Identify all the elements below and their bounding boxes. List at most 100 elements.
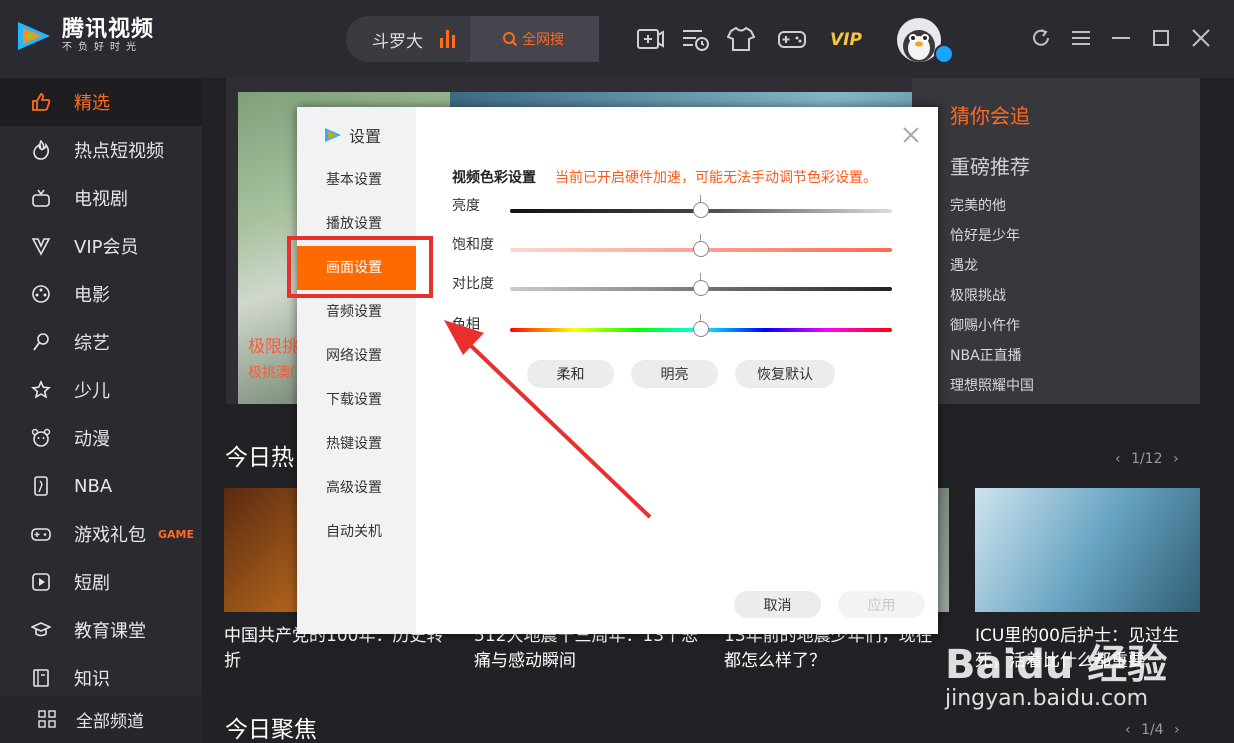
app-window: 腾讯视频 不负好时光 全网搜 VIP [0, 0, 1234, 743]
preset-bright-button[interactable]: 明亮 [631, 360, 718, 388]
global-search-label: 全网搜 [522, 32, 564, 48]
chevron-left-icon[interactable]: ‹ [1115, 451, 1121, 467]
list-item[interactable]: 完美的他 [950, 196, 1034, 226]
video-thumbnail[interactable] [975, 488, 1200, 612]
sidebar-item-nba[interactable]: NBA [0, 462, 202, 510]
refresh-icon[interactable] [1030, 27, 1052, 49]
list-item[interactable]: 遇龙 [950, 256, 1034, 286]
sidebar-item-anime[interactable]: 动漫 [0, 414, 202, 462]
chevron-left-icon[interactable]: ‹ [1125, 722, 1131, 738]
play-box-icon [30, 571, 52, 593]
hue-label: 色相 [452, 317, 480, 333]
skin-icon[interactable] [726, 26, 756, 52]
chevron-right-icon[interactable]: › [1174, 722, 1180, 738]
settings-nav-hotkeys[interactable]: 热键设置 [297, 422, 416, 466]
list-item[interactable]: 御赐小仵作 [950, 316, 1034, 346]
star-kid-icon [30, 379, 52, 401]
apply-button[interactable]: 应用 [838, 591, 925, 618]
sidebar-item-short-drama[interactable]: 短剧 [0, 558, 202, 606]
sidebar-item-label: 少儿 [74, 381, 110, 402]
app-logo[interactable]: 腾讯视频 不负好时光 [14, 18, 154, 54]
global-search-button[interactable]: 全网搜 [470, 16, 599, 62]
sidebar-item-label: 电视剧 [74, 189, 128, 210]
vip-crown-icon [30, 235, 52, 257]
sidebar-item-label: 教育课堂 [74, 621, 146, 642]
recommend-panel: 猜你会追 重磅推荐 完美的他 恰好是少年 遇龙 极限挑战 御赐小仵作 NBA正直… [912, 78, 1200, 404]
sidebar-item-hot-shorts[interactable]: 热点短视频 [0, 126, 202, 174]
graduation-cap-icon [30, 619, 52, 641]
settings-nav: 设置 基本设置 播放设置 画面设置 音频设置 网络设置 下载设置 热键设置 高级… [297, 107, 416, 634]
minimize-icon[interactable] [1110, 27, 1132, 49]
list-item[interactable]: NBA正直播 [950, 346, 1034, 376]
chevron-right-icon[interactable]: › [1173, 451, 1179, 467]
color-settings-title: 视频色彩设置 [452, 170, 536, 186]
sidebar-item-tv[interactable]: 电视剧 [0, 174, 202, 222]
settings-header: 设置 [323, 123, 381, 147]
dialog-close-icon[interactable] [901, 125, 921, 145]
history-icon[interactable] [682, 26, 710, 52]
vip-icon[interactable]: VIP [830, 30, 862, 50]
search-icon [503, 32, 518, 47]
sidebar-item-education[interactable]: 教育课堂 [0, 606, 202, 654]
sidebar: 精选 热点短视频 电视剧 VIP会员 电影 综艺 少儿 动漫 NBA 游戏礼包 … [0, 78, 202, 743]
tencent-video-logo-icon [14, 18, 54, 54]
preset-reset-button[interactable]: 恢复默认 [735, 360, 835, 388]
saturation-slider-handle[interactable] [693, 241, 709, 257]
sidebar-item-label: 游戏礼包 [74, 525, 146, 546]
game-icon[interactable] [778, 26, 806, 52]
brightness-slider-row: 亮度 [452, 195, 892, 225]
settings-title: 设置 [349, 127, 382, 146]
hot-search-bars-icon[interactable] [440, 30, 455, 48]
brightness-slider-handle[interactable] [693, 202, 709, 218]
sidebar-item-label: 知识 [74, 669, 110, 690]
sidebar-item-label: 热点短视频 [74, 141, 164, 162]
recommend-panel-title-2[interactable]: 重磅推荐 [950, 151, 1030, 180]
maximize-icon[interactable] [1150, 27, 1172, 49]
thumb-up-icon [30, 91, 52, 113]
sidebar-item-game-gifts[interactable]: 游戏礼包 GAME [0, 510, 202, 558]
sidebar-item-label: 综艺 [74, 333, 110, 354]
settings-nav-advanced[interactable]: 高级设置 [297, 466, 416, 510]
watermark-line1: Baidu 经验 [945, 642, 1168, 688]
list-item[interactable]: 理想照耀中国 [950, 376, 1034, 406]
settings-nav-download[interactable]: 下载设置 [297, 378, 416, 422]
hot-today-page: 1/12 [1131, 451, 1163, 467]
focus-today-title: 今日聚焦 [225, 717, 317, 743]
hue-slider-row: 色相 [452, 314, 892, 344]
recommend-list: 完美的他 恰好是少年 遇龙 极限挑战 御赐小仵作 NBA正直播 理想照耀中国 [950, 196, 1034, 406]
sidebar-item-vip[interactable]: VIP会员 [0, 222, 202, 270]
tv-icon [30, 187, 52, 209]
hue-slider-handle[interactable] [693, 321, 709, 337]
sidebar-item-label: 动漫 [74, 429, 110, 450]
preset-soft-button[interactable]: 柔和 [527, 360, 614, 388]
qq-badge-icon [934, 44, 954, 64]
upload-icon[interactable] [636, 26, 664, 52]
banner-caption-sub: 极挑澳门 [248, 365, 304, 381]
list-item[interactable]: 恰好是少年 [950, 226, 1034, 256]
sidebar-item-featured[interactable]: 精选 [0, 78, 202, 126]
contrast-label: 对比度 [452, 276, 494, 292]
app-title: 腾讯视频 [62, 17, 155, 42]
contrast-slider-handle[interactable] [693, 280, 709, 296]
sidebar-item-kids[interactable]: 少儿 [0, 366, 202, 414]
top-bar: 腾讯视频 不负好时光 全网搜 VIP [0, 0, 1234, 78]
settings-nav-network[interactable]: 网络设置 [297, 334, 416, 378]
book-icon [30, 667, 52, 689]
all-channels-button[interactable]: 全部频道 [0, 695, 202, 743]
hot-today-pager: ‹ 1/12 › [1115, 451, 1179, 467]
sidebar-item-variety[interactable]: 综艺 [0, 318, 202, 366]
watermark-line2: jingyan.baidu.com [945, 686, 1149, 711]
recommend-panel-title[interactable]: 猜你会追 [950, 100, 1030, 129]
close-icon[interactable] [1190, 27, 1212, 49]
settings-nav-auto-shutdown[interactable]: 自动关机 [297, 510, 416, 554]
microphone-icon [30, 331, 52, 353]
sidebar-item-label: 精选 [74, 93, 110, 114]
menu-icon[interactable] [1070, 27, 1092, 49]
settings-nav-basic[interactable]: 基本设置 [297, 158, 416, 202]
game-tag-badge: GAME [158, 527, 195, 541]
cancel-button[interactable]: 取消 [734, 591, 821, 618]
list-item[interactable]: 极限挑战 [950, 286, 1034, 316]
sidebar-item-movie[interactable]: 电影 [0, 270, 202, 318]
annotation-highlight-box [287, 236, 433, 298]
focus-today-pager: ‹ 1/4 › [1125, 722, 1180, 738]
